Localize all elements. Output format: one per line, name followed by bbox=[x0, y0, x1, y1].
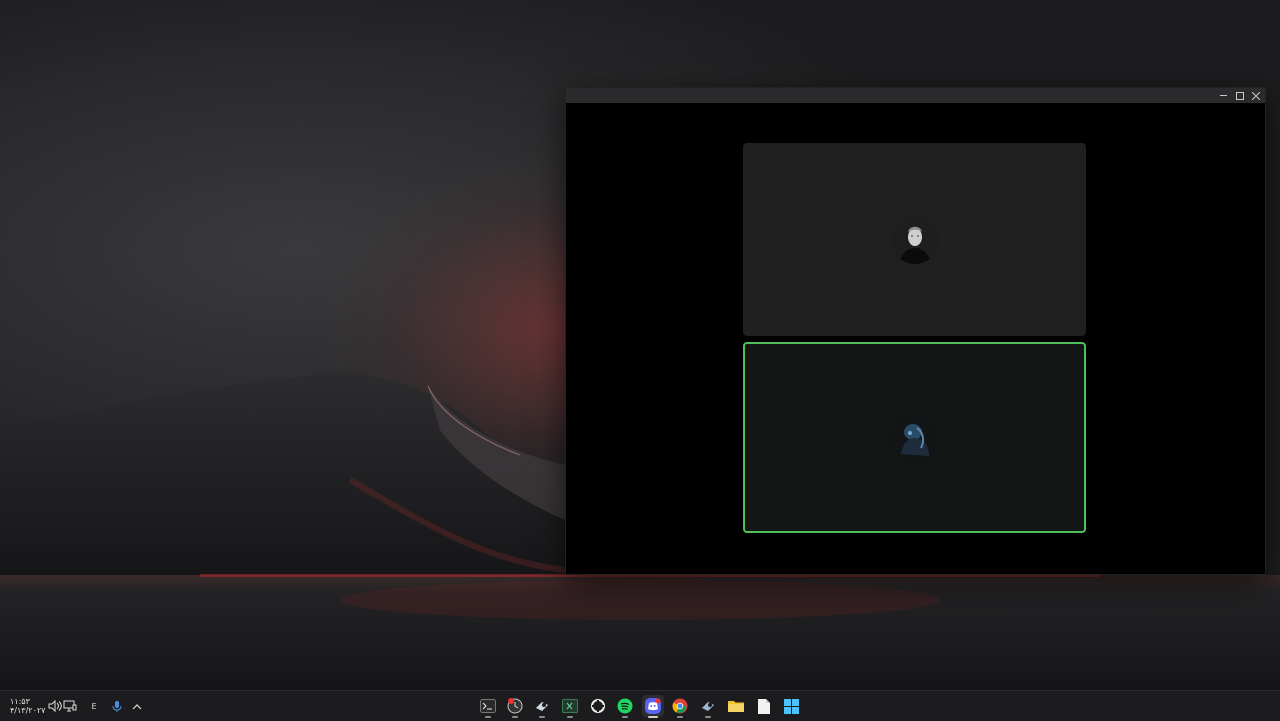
running-indicator bbox=[677, 716, 683, 718]
call-window[interactable] bbox=[565, 87, 1266, 575]
clock-time: ۱۱:۵۳ bbox=[10, 697, 30, 706]
window-titlebar[interactable] bbox=[566, 88, 1265, 103]
minimize-icon bbox=[1219, 95, 1227, 96]
running-indicator bbox=[512, 716, 518, 718]
active-indicator bbox=[648, 716, 658, 718]
participant-avatar-1 bbox=[890, 215, 939, 264]
participant-avatar-2 bbox=[890, 413, 939, 462]
taskbar: ۱۱:۵۳ ۴/۱۳/۲۰۲۷ E bbox=[0, 690, 1280, 721]
running-indicator bbox=[539, 716, 545, 718]
running-indicator bbox=[485, 716, 491, 718]
terminal-app-icon[interactable] bbox=[477, 695, 499, 718]
discord-app-icon[interactable] bbox=[642, 695, 664, 718]
osu-app-icon[interactable] bbox=[504, 695, 526, 718]
notepad-app-icon[interactable] bbox=[753, 695, 775, 717]
excel-app-icon[interactable] bbox=[559, 695, 581, 718]
running-indicator bbox=[705, 716, 711, 718]
spotify-app-icon[interactable] bbox=[614, 695, 636, 718]
running-indicator bbox=[622, 716, 628, 718]
network-icon[interactable] bbox=[61, 697, 79, 715]
chevron-up-icon[interactable] bbox=[128, 697, 146, 715]
chrome-app-icon[interactable] bbox=[669, 695, 691, 718]
microphone-icon[interactable] bbox=[108, 697, 126, 715]
language-indicator[interactable]: E bbox=[85, 697, 103, 715]
close-button[interactable] bbox=[1247, 88, 1265, 103]
start-menu-icon[interactable] bbox=[780, 695, 802, 717]
running-indicator bbox=[567, 716, 573, 718]
system-clock[interactable]: ۱۱:۵۳ ۴/۱۳/۲۰۲۷ bbox=[10, 697, 45, 715]
clock-date: ۴/۱۳/۲۰۲۷ bbox=[10, 706, 46, 715]
minimize-button[interactable] bbox=[1214, 88, 1232, 103]
participant-tile-1[interactable] bbox=[743, 143, 1086, 336]
file-explorer-app-icon[interactable] bbox=[725, 695, 747, 717]
maximize-icon bbox=[1236, 91, 1244, 100]
close-icon bbox=[1252, 91, 1260, 100]
github-desktop-app-icon[interactable] bbox=[587, 695, 609, 717]
steam-app-icon-2[interactable] bbox=[697, 695, 719, 718]
participant-tile-2-speaking[interactable] bbox=[743, 342, 1086, 533]
steam-app-icon[interactable] bbox=[531, 695, 553, 718]
